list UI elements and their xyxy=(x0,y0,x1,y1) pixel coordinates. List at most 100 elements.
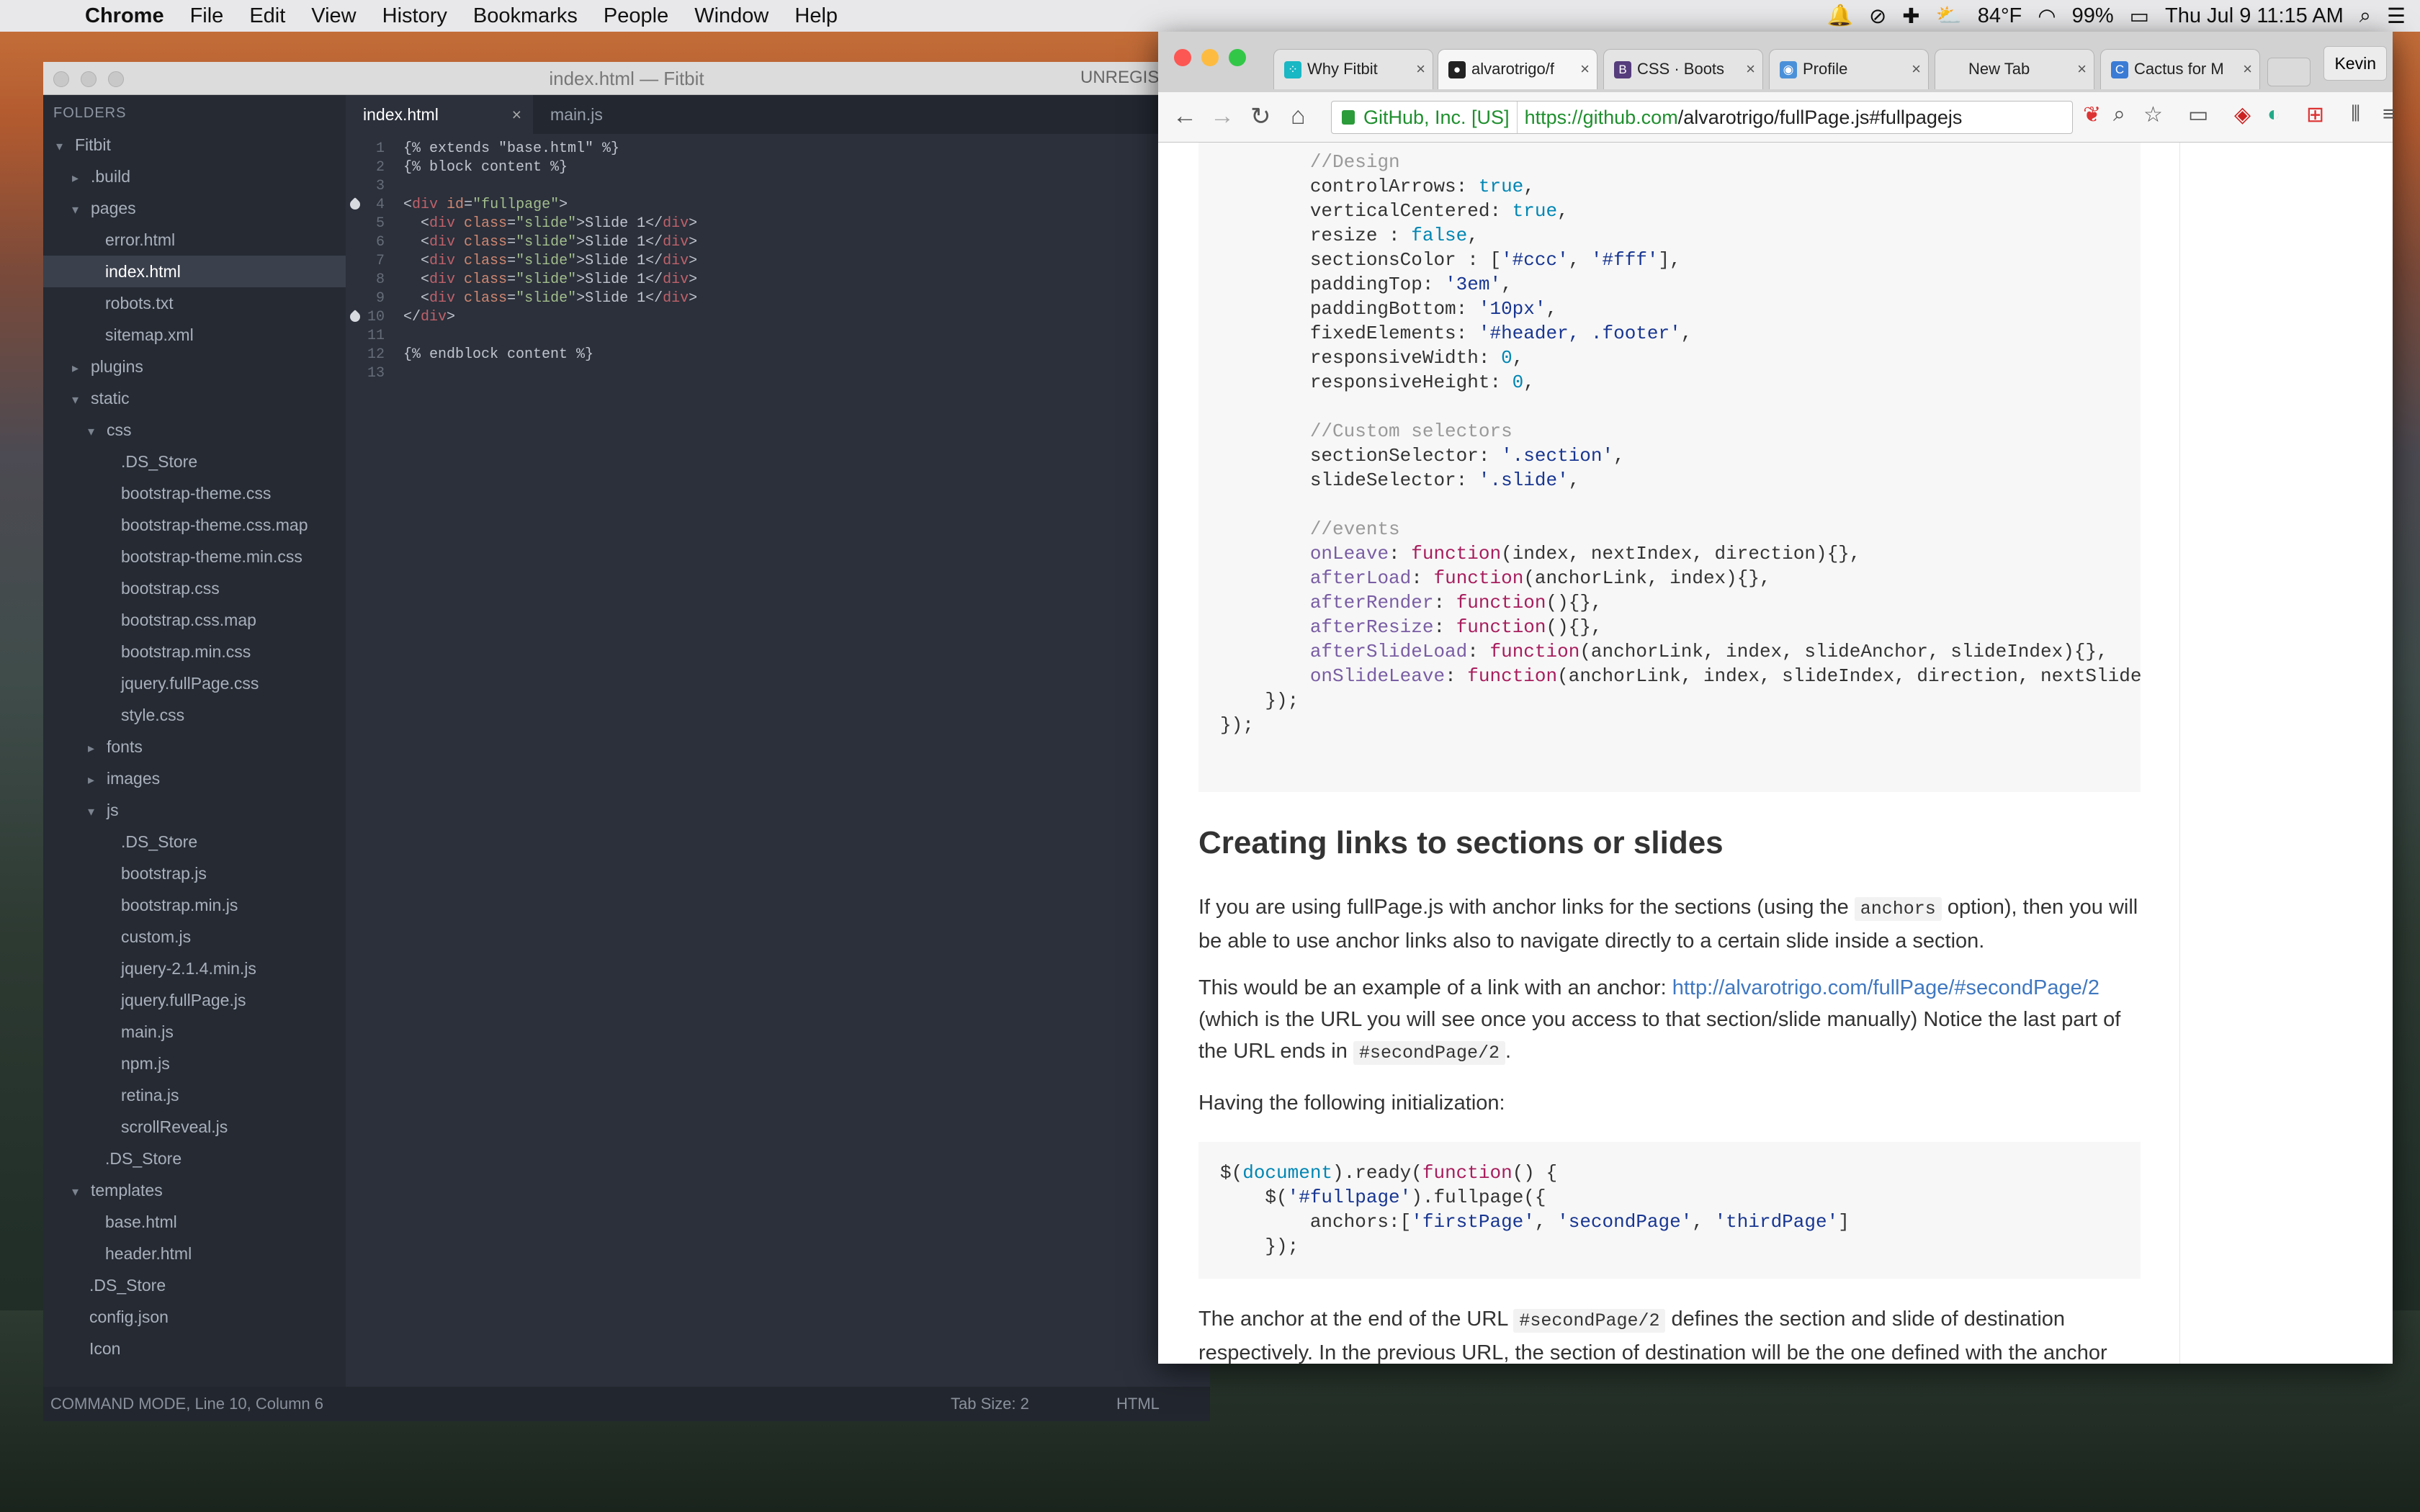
file-item[interactable]: index.html xyxy=(43,256,346,287)
disclosure-arrow-icon[interactable]: ▾ xyxy=(72,194,91,225)
file-item[interactable]: config.json xyxy=(43,1301,346,1333)
disclosure-arrow-icon[interactable]: ▸ xyxy=(88,732,107,764)
battery-icon[interactable]: ▭ xyxy=(2130,4,2149,29)
ev-certificate-badge[interactable]: GitHub, Inc. [US] xyxy=(1332,102,1518,133)
close-tab-icon[interactable]: × xyxy=(1416,50,1425,89)
ublock-icon[interactable]: ◈ xyxy=(2234,102,2251,127)
file-item[interactable]: main.js xyxy=(43,1016,346,1048)
file-item[interactable]: robots.txt xyxy=(43,287,346,319)
file-item[interactable]: jquery-2.1.4.min.js xyxy=(43,953,346,984)
close-tab-icon[interactable]: × xyxy=(1912,50,1921,89)
disclosure-arrow-icon[interactable]: ▾ xyxy=(56,130,75,162)
folder-item[interactable]: ▾ js xyxy=(43,794,346,826)
disclosure-arrow-icon[interactable]: ▾ xyxy=(88,796,107,827)
menu-history[interactable]: History xyxy=(369,4,460,28)
spotlight-search-icon[interactable]: ⌕ xyxy=(2360,4,2371,28)
chrome-tab[interactable]: ◉ Profile × xyxy=(1769,49,1929,89)
file-item[interactable]: bootstrap-theme.css xyxy=(43,477,346,509)
disclosure-arrow-icon[interactable]: ▾ xyxy=(72,1176,91,1207)
bookmark-star-icon[interactable]: ☆ xyxy=(2143,102,2163,127)
search-icon[interactable]: ⌕ xyxy=(2113,102,2125,127)
notification-icon[interactable]: 🔔 xyxy=(1827,4,1853,28)
file-item[interactable]: retina.js xyxy=(43,1079,346,1111)
address-bar[interactable]: GitHub, Inc. [US] https://github.com/alva… xyxy=(1331,101,2073,134)
folder-item[interactable]: ▸ .build xyxy=(43,161,346,192)
file-item[interactable]: .DS_Store xyxy=(43,1143,346,1174)
wifi-icon[interactable]: ◠ xyxy=(2038,4,2056,29)
file-item[interactable]: sitemap.xml xyxy=(43,319,346,351)
reload-icon[interactable]: ↻ xyxy=(1250,102,1271,131)
disclosure-arrow-icon[interactable]: ▸ xyxy=(72,162,91,194)
code-area[interactable]: 1 {% extends "base.html" %} 2 {% block cont… xyxy=(346,134,1210,1387)
file-item[interactable]: Icon xyxy=(43,1333,346,1364)
weather-temp[interactable]: 84°F xyxy=(1978,4,2022,28)
tab-size-indicator[interactable]: Tab Size: 2 xyxy=(951,1387,1029,1421)
anchor-example-link[interactable]: http://alvarotrigo.com/fullPage/#secondP… xyxy=(1672,976,2099,999)
weather-icon[interactable]: ⛅ xyxy=(1936,4,1962,28)
clock[interactable]: Thu Jul 9 11:15 AM xyxy=(2165,4,2344,28)
columns-icon[interactable]: ⦀ xyxy=(2351,102,2360,127)
menu-view[interactable]: View xyxy=(298,4,369,28)
file-item[interactable]: style.css xyxy=(43,699,346,731)
file-item[interactable]: npm.js xyxy=(43,1048,346,1079)
battery-percent[interactable]: 99% xyxy=(2072,4,2114,28)
file-item[interactable]: header.html xyxy=(43,1238,346,1269)
disclosure-arrow-icon[interactable]: ▾ xyxy=(72,384,91,415)
folder-item[interactable]: ▸ images xyxy=(43,762,346,794)
editor-tab[interactable]: main.js xyxy=(533,95,620,134)
file-item[interactable]: .DS_Store xyxy=(43,826,346,858)
home-icon[interactable]: ⌂ xyxy=(1291,102,1306,130)
file-item[interactable]: bootstrap.css.map xyxy=(43,604,346,636)
close-tab-icon[interactable]: × xyxy=(512,95,521,134)
folder-item[interactable]: ▾ Fitbit xyxy=(43,129,346,161)
folder-item[interactable]: ▾ css xyxy=(43,414,346,446)
file-item[interactable]: bootstrap.min.js xyxy=(43,889,346,921)
menu-app-name[interactable]: Chrome xyxy=(72,4,177,28)
close-tab-icon[interactable]: × xyxy=(1580,50,1590,89)
chrome-tab[interactable]: B CSS · Boots × xyxy=(1603,49,1763,89)
file-item[interactable]: bootstrap.min.css xyxy=(43,636,346,667)
file-item[interactable]: base.html xyxy=(43,1206,346,1238)
close-tab-icon[interactable]: × xyxy=(1746,50,1755,89)
extension-m-icon[interactable]: ◐ xyxy=(2267,102,2280,127)
menu-window[interactable]: Window xyxy=(681,4,781,28)
chrome-minimize-button[interactable] xyxy=(1201,49,1219,66)
chrome-zoom-button[interactable] xyxy=(1229,49,1246,66)
file-item[interactable]: jquery.fullPage.js xyxy=(43,984,346,1016)
file-item[interactable]: bootstrap-theme.min.css xyxy=(43,541,346,572)
file-item[interactable]: .DS_Store xyxy=(43,446,346,477)
extension-icon[interactable]: ❦ xyxy=(2083,102,2101,127)
file-item[interactable]: bootstrap-theme.css.map xyxy=(43,509,346,541)
menu-people[interactable]: People xyxy=(591,4,681,28)
cast-icon[interactable]: ▭ xyxy=(2188,102,2208,127)
folder-item[interactable]: ▸ fonts xyxy=(43,731,346,762)
folder-item[interactable]: ▾ templates xyxy=(43,1174,346,1206)
menu-edit[interactable]: Edit xyxy=(236,4,298,28)
chrome-tab[interactable]: New Tab × xyxy=(1935,49,2094,89)
do-not-disturb-icon[interactable]: ⊘ xyxy=(1869,4,1886,29)
chrome-close-button[interactable] xyxy=(1174,49,1191,66)
file-item[interactable]: error.html xyxy=(43,224,346,256)
syntax-indicator[interactable]: HTML xyxy=(1116,1387,1160,1421)
file-item[interactable]: bootstrap.js xyxy=(43,858,346,889)
file-item[interactable]: custom.js xyxy=(43,921,346,953)
back-icon[interactable]: ← xyxy=(1173,102,1197,130)
file-item[interactable]: jquery.fullPage.css xyxy=(43,667,346,699)
file-item[interactable]: bootstrap.css xyxy=(43,572,346,604)
close-tab-icon[interactable]: × xyxy=(2077,50,2087,89)
menu-bookmarks[interactable]: Bookmarks xyxy=(460,4,591,28)
chrome-tab[interactable]: C Cactus for M × xyxy=(2100,49,2260,89)
chrome-tab[interactable]: ● alvarotrigo/f × xyxy=(1438,49,1597,89)
chrome-tab[interactable]: ⁘ Why Fitbit × xyxy=(1273,49,1433,89)
new-tab-button[interactable] xyxy=(2267,58,2311,86)
file-item[interactable]: scrollReveal.js xyxy=(43,1111,346,1143)
extension-plus-icon[interactable]: ⊞ xyxy=(2306,102,2324,127)
menu-file[interactable]: File xyxy=(177,4,237,28)
folder-item[interactable]: ▾ static xyxy=(43,382,346,414)
disclosure-arrow-icon[interactable]: ▸ xyxy=(72,352,91,384)
profile-button[interactable]: Kevin xyxy=(2323,46,2387,81)
forward-icon[interactable]: → xyxy=(1210,102,1234,130)
file-item[interactable]: .DS_Store xyxy=(43,1269,346,1301)
menu-help[interactable]: Help xyxy=(781,4,851,28)
close-tab-icon[interactable]: × xyxy=(2243,50,2252,89)
